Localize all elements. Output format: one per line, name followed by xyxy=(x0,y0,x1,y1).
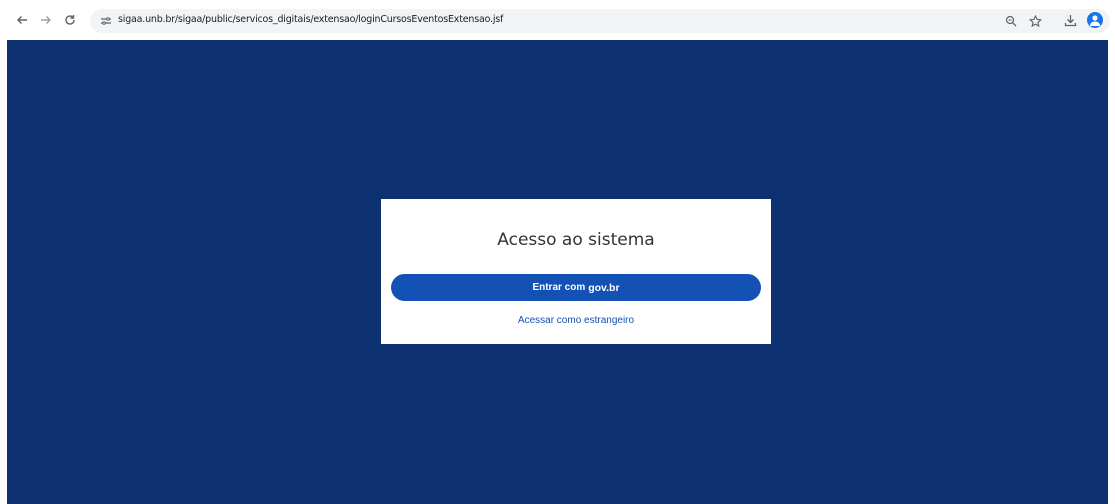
back-arrow-icon[interactable] xyxy=(14,12,30,28)
page-background: Acesso ao sistema Entrar com gov.br Aces… xyxy=(7,40,1108,504)
govbr-button-label: Entrar com xyxy=(532,282,586,293)
foreign-access-link[interactable]: Acessar como estrangeiro xyxy=(381,315,771,326)
reload-icon[interactable] xyxy=(62,12,78,28)
login-card: Acesso ao sistema Entrar com gov.br Aces… xyxy=(381,199,771,344)
forward-arrow-icon[interactable] xyxy=(38,12,54,28)
url-text[interactable]: sigaa.unb.br/sigaa/public/servicos_digit… xyxy=(118,14,503,25)
browser-toolbar: sigaa.unb.br/sigaa/public/servicos_digit… xyxy=(0,0,1115,40)
govbr-login-button[interactable]: Entrar com gov.br xyxy=(391,274,761,301)
site-info-tune-icon[interactable] xyxy=(96,12,116,30)
bookmark-star-icon[interactable] xyxy=(1027,13,1043,29)
card-title: Acesso ao sistema xyxy=(497,230,655,250)
zoom-icon[interactable] xyxy=(1003,13,1019,29)
profile-avatar-icon[interactable] xyxy=(1087,12,1103,28)
download-icon[interactable] xyxy=(1062,12,1078,28)
govbr-brand-label: gov.br xyxy=(588,281,620,294)
address-bar[interactable]: sigaa.unb.br/sigaa/public/servicos_digit… xyxy=(90,9,1110,33)
